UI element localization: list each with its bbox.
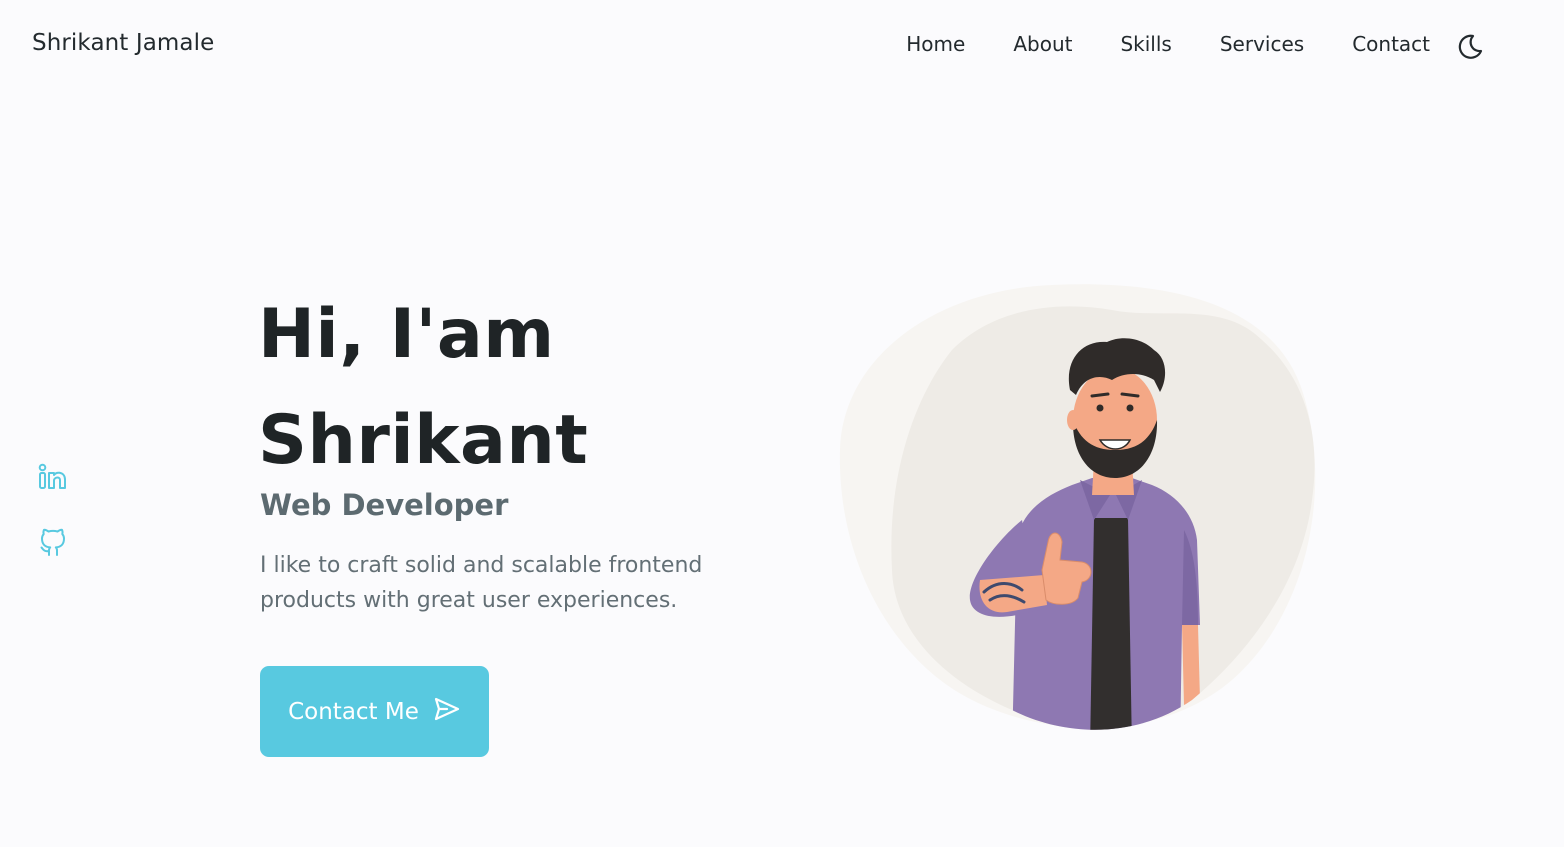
moon-icon[interactable] [1454, 31, 1484, 61]
nav-home[interactable]: Home [906, 32, 965, 56]
site-header: Shrikant Jamale Home About Skills Servic… [0, 0, 1564, 94]
send-icon [433, 695, 461, 729]
nav-services[interactable]: Services [1220, 32, 1304, 56]
hero-greeting: Hi, I'am [258, 295, 555, 374]
linkedin-icon[interactable] [36, 460, 70, 494]
contact-me-button[interactable]: Contact Me [260, 666, 489, 757]
hero-role: Web Developer [260, 488, 509, 522]
contact-me-label: Contact Me [288, 698, 419, 725]
nav-contact[interactable]: Contact [1352, 32, 1430, 56]
hero-illustration [832, 280, 1332, 740]
nav-skills[interactable]: Skills [1120, 32, 1171, 56]
hero-name: Shrikant [258, 401, 589, 480]
social-links [36, 460, 72, 592]
nav-about[interactable]: About [1013, 32, 1072, 56]
site-logo[interactable]: Shrikant Jamale [32, 30, 214, 56]
main-nav: Home About Skills Services Contact [906, 32, 1430, 56]
hero-description: I like to craft solid and scalable front… [260, 553, 703, 613]
hero-title: Hi, I'am Shrikant [258, 282, 588, 494]
github-icon[interactable] [36, 526, 70, 560]
